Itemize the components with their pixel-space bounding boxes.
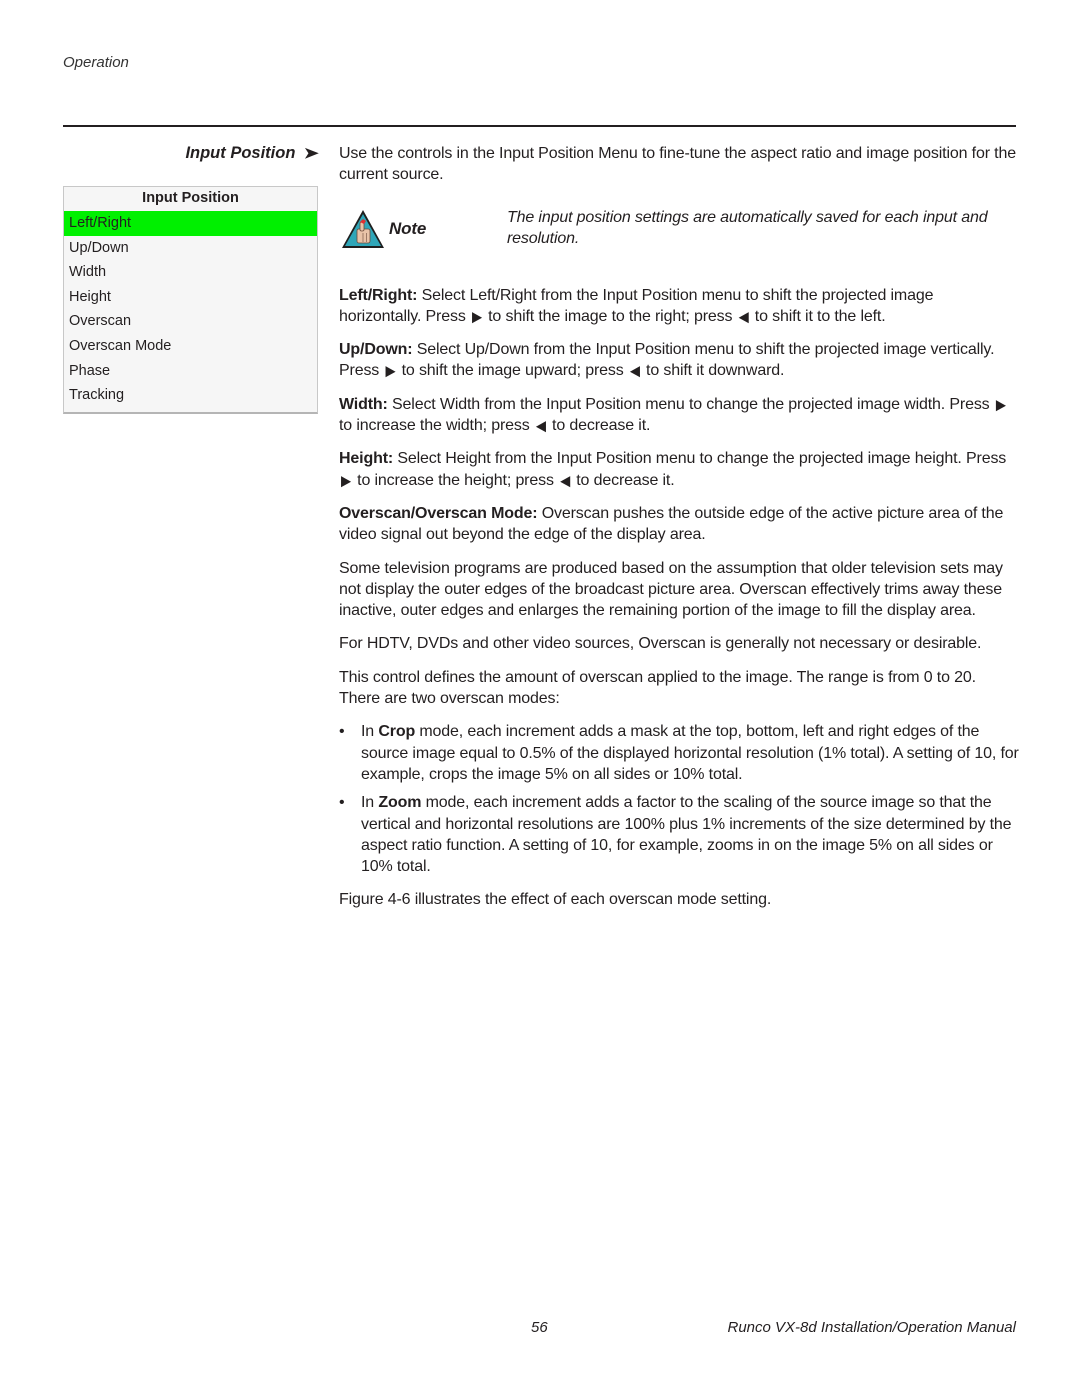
- zoom-term: Zoom: [378, 794, 422, 812]
- overscan-paragraph: Overscan/Overscan Mode: Overscan pushes …: [339, 503, 1019, 546]
- hdtv-paragraph: For HDTV, DVDs and other video sources, …: [339, 635, 982, 653]
- menu-item-height[interactable]: Height: [64, 285, 317, 310]
- overscan-modes-list: • In Crop mode, each increment adds a mas…: [339, 721, 1019, 877]
- up-down-text-2: to shift the image upward; press: [397, 362, 628, 380]
- left-right-term: Left/Right:: [339, 286, 418, 304]
- menu-item-overscan-mode[interactable]: Overscan Mode: [64, 334, 317, 359]
- up-down-text-3: to shift it downward.: [641, 362, 785, 380]
- some-tv-paragraph: Some television programs are produced ba…: [339, 559, 1003, 620]
- right-arrow-icon: ▶: [471, 308, 482, 325]
- width-paragraph: Width: Select Width from the Input Posit…: [339, 394, 1019, 437]
- input-position-menu: Input Position Left/Right Up/Down Width …: [63, 186, 318, 414]
- zoom-text: mode, each increment adds a factor to th…: [361, 794, 1012, 876]
- menu-item-phase[interactable]: Phase: [64, 359, 317, 384]
- body-content: Use the controls in the Input Position M…: [339, 143, 1019, 923]
- note-callout: Note The input position settings are aut…: [339, 207, 1019, 265]
- width-term: Width:: [339, 395, 388, 413]
- side-heading: Input Position ➤: [63, 144, 320, 163]
- range-paragraph: This control defines the amount of overs…: [339, 668, 976, 708]
- height-term: Height:: [339, 450, 394, 468]
- menu-item-left-right[interactable]: Left/Right: [64, 211, 317, 236]
- up-down-paragraph: Up/Down: Select Up/Down from the Input P…: [339, 339, 1019, 382]
- height-text-2: to increase the height; press: [352, 471, 559, 489]
- figure-reference: Figure 4-6 illustrates the effect of eac…: [339, 891, 772, 909]
- overscan-term: Overscan/Overscan Mode:: [339, 504, 538, 522]
- list-item-zoom: • In Zoom mode, each increment adds a fac…: [339, 792, 1019, 877]
- height-text-1: Select Height from the Input Position me…: [393, 450, 1007, 468]
- menu-item-tracking[interactable]: Tracking: [64, 383, 317, 408]
- width-text-2: to increase the width; press: [339, 417, 534, 435]
- left-arrow-icon: ◀: [560, 471, 570, 489]
- zoom-pre: In: [361, 794, 379, 812]
- menu-item-up-down[interactable]: Up/Down: [64, 236, 317, 261]
- up-down-term: Up/Down:: [339, 341, 413, 359]
- bullet-icon: •: [339, 723, 345, 741]
- running-header: Operation: [63, 54, 129, 71]
- left-right-text-2: to shift the image to the right; press: [483, 307, 737, 325]
- left-arrow-icon: ◀: [629, 362, 640, 380]
- note-label: Note: [389, 218, 427, 238]
- menu-item-width[interactable]: Width: [64, 260, 317, 285]
- height-paragraph: Height: Select Height from the Input Pos…: [339, 448, 1019, 491]
- page-number: 56: [531, 1319, 548, 1336]
- right-arrow-icon: ▶: [995, 396, 1006, 413]
- menu-item-overscan[interactable]: Overscan: [64, 309, 317, 334]
- menu-title: Input Position: [142, 190, 239, 206]
- width-text-3: to decrease it.: [547, 417, 651, 435]
- list-item-crop: • In Crop mode, each increment adds a mas…: [339, 721, 1019, 785]
- crop-text: mode, each increment adds a mask at the …: [361, 723, 1019, 783]
- arrow-right-icon: ➤: [304, 145, 320, 162]
- height-text-3: to decrease it.: [571, 471, 675, 489]
- manual-title: Runco VX-8d Installation/Operation Manua…: [727, 1319, 1016, 1336]
- left-right-paragraph: Left/Right: Select Left/Right from the I…: [339, 285, 1019, 328]
- crop-pre: In: [361, 723, 379, 741]
- width-text-1: Select Width from the Input Position men…: [387, 395, 994, 413]
- left-arrow-icon: ◀: [738, 308, 749, 325]
- left-right-text-3: to shift it to the left.: [750, 307, 886, 325]
- right-arrow-icon: ▶: [385, 362, 396, 380]
- header-rule: [63, 125, 1016, 127]
- bullet-icon: •: [339, 794, 345, 812]
- note-text: The input position settings are automati…: [507, 208, 988, 247]
- crop-term: Crop: [378, 723, 416, 741]
- side-heading-title: Input Position: [185, 144, 296, 162]
- right-arrow-icon: ▶: [341, 471, 351, 489]
- intro-paragraph: Use the controls in the Input Position M…: [339, 145, 1016, 184]
- note-hand-icon: [342, 209, 384, 248]
- left-arrow-icon: ◀: [535, 417, 546, 434]
